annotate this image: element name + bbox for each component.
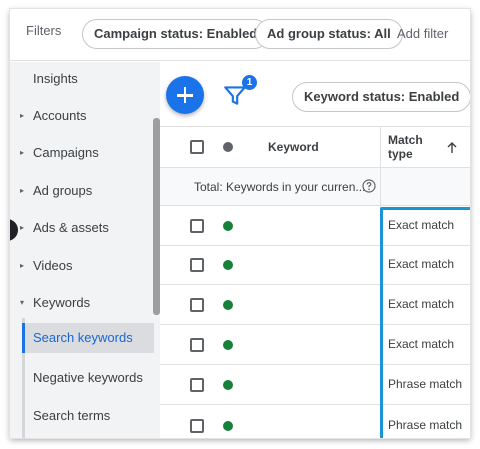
expand-caret-icon: ▸: [20, 223, 25, 232]
column-header-match-type[interactable]: Match type: [388, 133, 438, 161]
sidebar-item-ad-groups[interactable]: ▸ Ad groups: [10, 176, 154, 206]
column-divider: [380, 206, 381, 246]
enabled-status-icon: [223, 380, 233, 390]
column-header-keyword[interactable]: Keyword: [268, 140, 319, 154]
table-header: Keyword Match type: [160, 126, 470, 169]
enabled-status-icon: [223, 221, 233, 231]
filter-bar: Filters Campaign status: Enabled Ad grou…: [10, 9, 470, 61]
select-all-checkbox[interactable]: [190, 140, 204, 154]
column-divider: [380, 325, 381, 365]
ad-group-status-filter-chip[interactable]: Ad group status: All: [255, 19, 403, 49]
sidebar-item-label: Campaigns: [33, 145, 99, 160]
column-divider: [380, 285, 381, 325]
sidebar-item-label: Accounts: [33, 108, 87, 123]
match-type-cell: Exact match: [388, 218, 455, 232]
column-divider: [380, 168, 381, 206]
enabled-status-icon: [223, 300, 233, 310]
column-divider: [380, 245, 381, 285]
filter-count-badge: 1: [242, 75, 257, 90]
sidebar-item-label: Search terms: [33, 408, 111, 423]
sidebar-item-label: Insights: [33, 71, 78, 86]
sidebar-item-label: Search keywords: [33, 330, 133, 345]
sidebar-nav: Insights ▸ Accounts ▸ Campaigns ▸ Ad gro…: [10, 62, 160, 438]
expand-caret-icon: ▸: [20, 148, 25, 157]
sidebar-item-label: Negative keywords: [33, 370, 143, 385]
expand-caret-icon: ▸: [20, 111, 25, 120]
main-content: 1 Keyword status: Enabled Keyword Match …: [160, 62, 470, 438]
campaign-status-filter-chip[interactable]: Campaign status: Enabled: [82, 19, 270, 49]
enabled-status-icon: [223, 260, 233, 270]
sidebar-item-keywords[interactable]: ▾ Keywords: [10, 288, 154, 318]
row-checkbox[interactable]: [190, 298, 204, 312]
match-type-cell: Exact match: [388, 297, 455, 311]
table-row[interactable]: Phrase match: [160, 406, 470, 438]
add-filter-button[interactable]: Add filter: [397, 26, 448, 41]
total-label: Total: Keywords in your curren...: [194, 180, 366, 194]
app-frame: Filters Campaign status: Enabled Ad grou…: [10, 9, 470, 438]
help-icon[interactable]: [362, 179, 376, 193]
row-checkbox[interactable]: [190, 219, 204, 233]
sidebar-item-search-keywords[interactable]: Search keywords: [22, 323, 154, 353]
sidebar-item-videos[interactable]: ▸ Videos: [10, 251, 154, 281]
status-column-icon: [223, 142, 233, 152]
sidebar-item-label: Videos: [33, 258, 73, 273]
plus-icon: [183, 87, 187, 103]
enabled-status-icon: [223, 340, 233, 350]
column-divider: [380, 365, 381, 405]
column-divider: [380, 127, 381, 169]
sidebar-item-campaigns[interactable]: ▸ Campaigns: [10, 138, 154, 168]
sidebar-item-accounts[interactable]: ▸ Accounts: [10, 101, 154, 131]
table-row[interactable]: Exact match: [160, 245, 470, 285]
add-keyword-button[interactable]: [166, 76, 204, 114]
table-row[interactable]: Exact match: [160, 206, 470, 246]
sidebar-item-label: Keywords: [33, 295, 91, 310]
column-divider: [380, 406, 381, 438]
sidebar-item-ads-assets[interactable]: ▸ Ads & assets: [10, 213, 154, 243]
expand-caret-icon: ▸: [20, 261, 25, 270]
table-row[interactable]: Exact match: [160, 285, 470, 325]
sidebar-item-negative-keywords[interactable]: Negative keywords: [10, 363, 154, 393]
keyword-status-filter-chip[interactable]: Keyword status: Enabled: [292, 82, 470, 112]
filters-label: Filters: [26, 23, 62, 38]
sort-ascending-icon[interactable]: [445, 141, 459, 155]
row-checkbox[interactable]: [190, 419, 204, 433]
table-row[interactable]: Exact match: [160, 325, 470, 365]
row-checkbox[interactable]: [190, 258, 204, 272]
sidebar-scrollbar[interactable]: [153, 118, 160, 315]
total-row: Total: Keywords in your curren...: [160, 168, 470, 206]
match-type-cell: Exact match: [388, 257, 455, 271]
enabled-status-icon: [223, 421, 233, 431]
match-type-cell: Phrase match: [388, 418, 463, 432]
table-row[interactable]: Phrase match: [160, 365, 470, 405]
sidebar-item-search-terms[interactable]: Search terms: [10, 401, 154, 431]
expand-caret-icon: ▸: [20, 186, 25, 195]
sidebar-item-label: Ad groups: [33, 183, 93, 198]
row-checkbox[interactable]: [190, 338, 204, 352]
match-type-cell: Phrase match: [388, 377, 463, 391]
sidebar-item-insights[interactable]: Insights: [10, 64, 154, 94]
sidebar-item-label: Ads & assets: [33, 220, 109, 235]
match-type-cell: Exact match: [388, 337, 455, 351]
collapse-caret-icon: ▾: [20, 298, 25, 307]
row-checkbox[interactable]: [190, 378, 204, 392]
